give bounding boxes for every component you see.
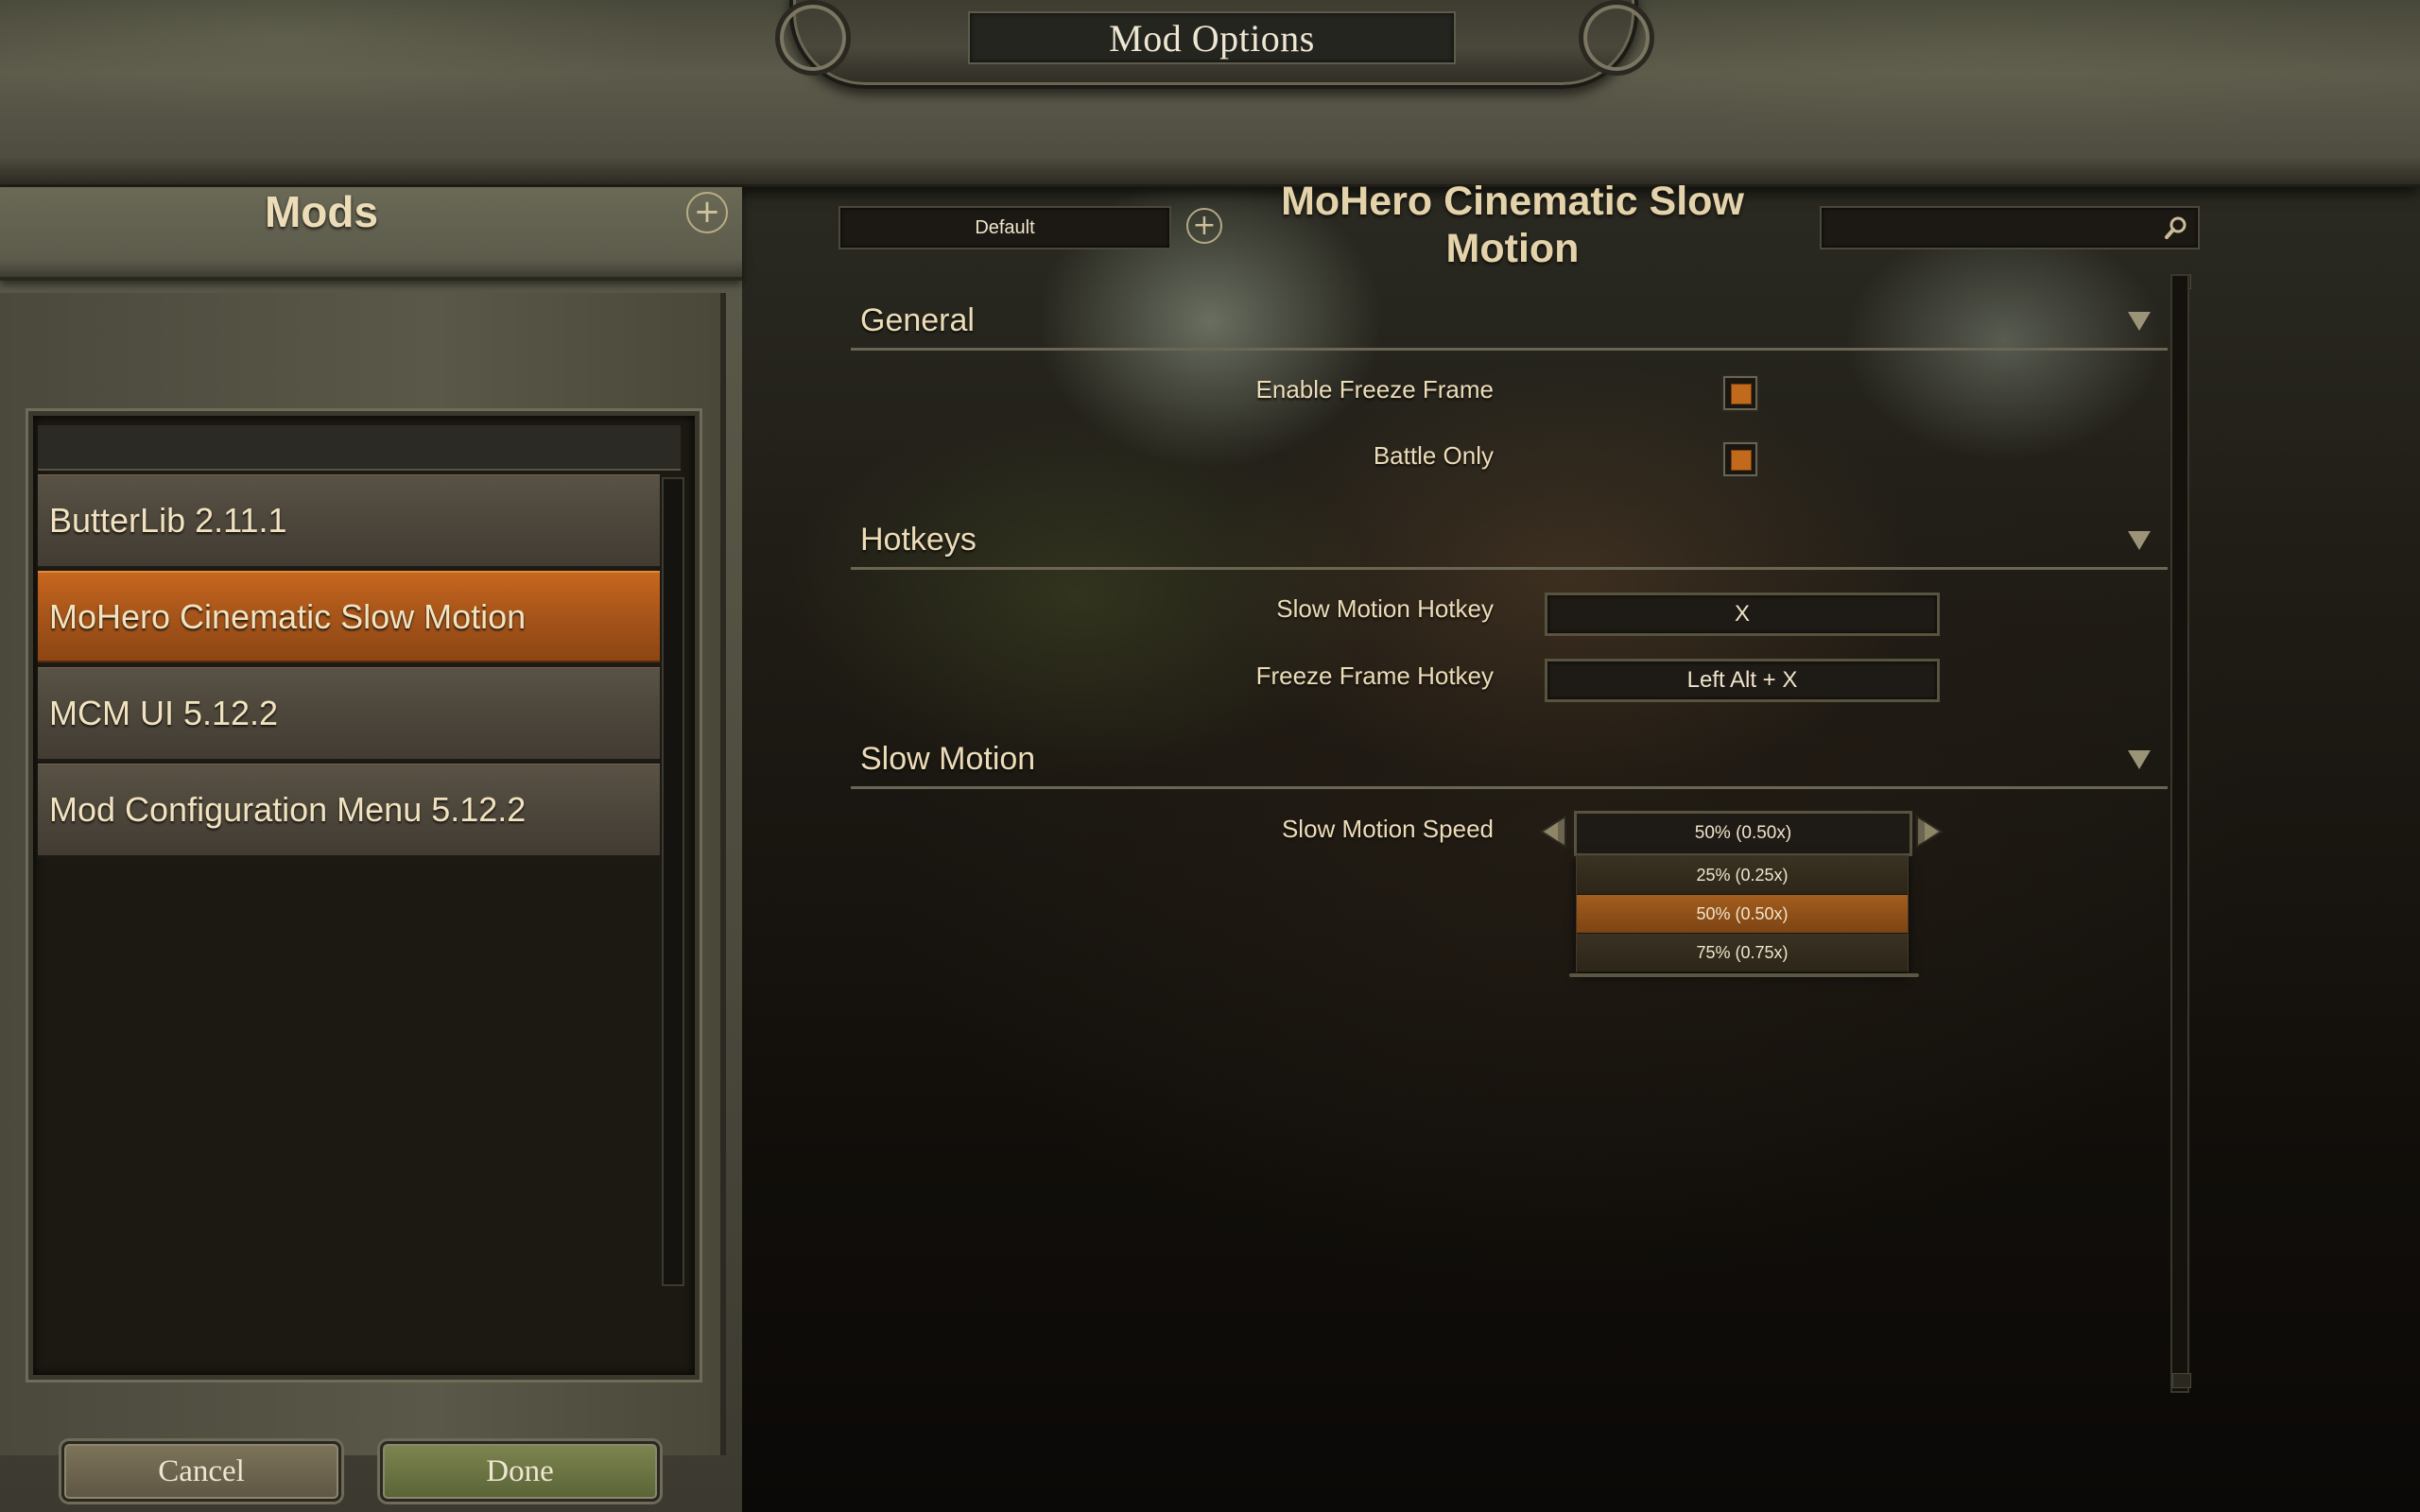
- section-hotkeys[interactable]: Hotkeys: [851, 510, 2168, 570]
- plus-circle-icon: +: [1192, 209, 1217, 242]
- cancel-button[interactable]: Cancel: [61, 1441, 341, 1502]
- sidebar-item-label: MCM UI 5.12.2: [49, 693, 279, 732]
- triangle-down-icon[interactable]: [2128, 750, 2151, 769]
- scroll-down-cap[interactable]: [2172, 1373, 2191, 1388]
- section-title: General: [860, 302, 975, 338]
- settings-scrollbar[interactable]: [2170, 274, 2189, 1393]
- setting-label: Battle Only: [1373, 441, 1494, 470]
- cancel-button-label: Cancel: [158, 1453, 245, 1488]
- speed-option-selected[interactable]: 50% (0.50x): [1577, 895, 1908, 934]
- setting-label: Slow Motion Hotkey: [1276, 594, 1494, 623]
- hotkey-value: Left Alt + X: [1686, 667, 1798, 693]
- search-input[interactable]: [1829, 214, 2145, 242]
- done-button-label: Done: [486, 1453, 554, 1488]
- speed-dropdown-list: 25% (0.25x) 50% (0.50x) 75% (0.75x): [1576, 855, 1909, 972]
- slow-motion-speed-select[interactable]: 50% (0.50x): [1574, 811, 1912, 856]
- page-title: MoHero Cinematic Slow Motion: [1281, 179, 1744, 271]
- hotkey-value: X: [1734, 601, 1750, 627]
- sidebar-item-label: ButterLib 2.11.1: [49, 500, 287, 540]
- add-preset-button[interactable]: +: [1186, 208, 1222, 244]
- speed-option[interactable]: 75% (0.75x): [1577, 934, 1908, 972]
- sidebar-item-label: Mod Configuration Menu 5.12.2: [49, 789, 527, 829]
- mod-list-header: [38, 425, 681, 471]
- slow-motion-speed-row: Slow Motion Speed: [926, 815, 1494, 852]
- battle-only-row: Battle Only: [926, 441, 1494, 479]
- section-title: Hotkeys: [860, 522, 977, 558]
- arrow-right-icon[interactable]: [1913, 813, 1951, 850]
- window-title: Mod Options: [1109, 16, 1315, 60]
- speed-option-label: 75% (0.75x): [1696, 942, 1789, 962]
- window-title-box: Mod Options: [968, 11, 1456, 64]
- preset-value: Default: [975, 216, 1035, 238]
- setting-label: Enable Freeze Frame: [1255, 375, 1494, 404]
- plus-circle-icon: +: [693, 193, 721, 231]
- done-button[interactable]: Done: [380, 1441, 660, 1502]
- triangle-down-icon[interactable]: [2128, 312, 2151, 331]
- sidebar-item-label: MoHero Cinematic Slow Motion: [49, 596, 527, 636]
- triangle-down-icon[interactable]: [2128, 531, 2151, 550]
- section-slow-motion[interactable]: Slow Motion: [851, 730, 2168, 789]
- slow-motion-hotkey-button[interactable]: X: [1545, 593, 1940, 636]
- enable-freeze-frame-row: Enable Freeze Frame: [926, 375, 1494, 413]
- checkbox-checked-mark: [1731, 450, 1752, 471]
- sidebar-item-mcm-ui[interactable]: MCM UI 5.12.2: [38, 667, 660, 762]
- speed-selected-value: 50% (0.50x): [1694, 823, 1792, 843]
- freeze-frame-hotkey-row: Freeze Frame Hotkey: [926, 662, 1494, 699]
- section-general[interactable]: General: [851, 291, 2168, 351]
- arrow-left-icon[interactable]: [1531, 813, 1569, 850]
- speed-option-label: 25% (0.25x): [1696, 865, 1789, 885]
- slow-motion-hotkey-row: Slow Motion Hotkey: [926, 594, 1494, 632]
- mod-list-scrollbar[interactable]: [662, 477, 684, 1286]
- search-field[interactable]: [1820, 206, 2200, 249]
- freeze-frame-hotkey-button[interactable]: Left Alt + X: [1545, 659, 1940, 702]
- setting-label: Slow Motion Speed: [1281, 815, 1494, 843]
- speed-option-label: 50% (0.50x): [1696, 903, 1789, 923]
- checkbox-checked-mark: [1731, 384, 1752, 404]
- knot-ornament-left: [775, 0, 851, 76]
- setting-label: Freeze Frame Hotkey: [1255, 662, 1494, 690]
- sidebar-item-mod-configuration-menu[interactable]: Mod Configuration Menu 5.12.2: [38, 764, 660, 858]
- sidebar-item-butterlib[interactable]: ButterLib 2.11.1: [38, 474, 660, 569]
- search-icon[interactable]: [2162, 214, 2190, 242]
- add-mod-button[interactable]: +: [686, 192, 728, 233]
- preset-select[interactable]: Default: [838, 206, 1171, 249]
- dropdown-base: [1569, 973, 1919, 977]
- speed-option[interactable]: 25% (0.25x): [1577, 856, 1908, 895]
- enable-freeze-frame-checkbox[interactable]: [1723, 376, 1757, 410]
- section-title: Slow Motion: [860, 741, 1036, 777]
- knot-ornament-right: [1579, 0, 1654, 76]
- battle-only-checkbox[interactable]: [1723, 442, 1757, 476]
- sidebar-item-mohero-cinematic-slow-motion[interactable]: MoHero Cinematic Slow Motion: [38, 571, 660, 665]
- mods-title: Mods: [264, 187, 379, 236]
